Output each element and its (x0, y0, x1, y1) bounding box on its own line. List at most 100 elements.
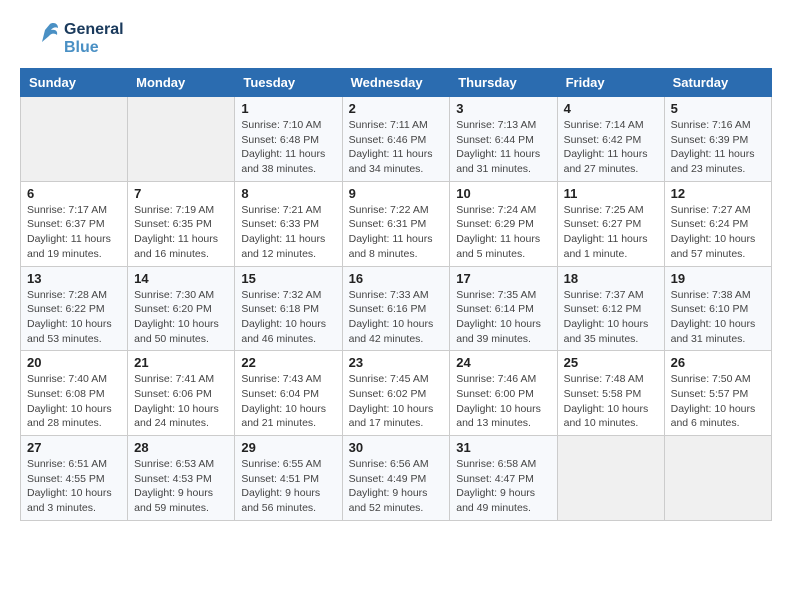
header-friday: Friday (557, 69, 664, 97)
day-info: Sunrise: 6:55 AM Sunset: 4:51 PM Dayligh… (241, 457, 335, 516)
calendar-cell: 29 Sunrise: 6:55 AM Sunset: 4:51 PM Dayli… (235, 436, 342, 521)
day-number: 1 (241, 101, 335, 116)
day-number: 10 (456, 186, 550, 201)
day-number: 7 (134, 186, 228, 201)
calendar-cell: 31 Sunrise: 6:58 AM Sunset: 4:47 PM Dayli… (450, 436, 557, 521)
day-info: Sunrise: 6:51 AM Sunset: 4:55 PM Dayligh… (27, 457, 121, 516)
logo-bird-svg (20, 20, 58, 58)
day-info: Sunrise: 7:25 AM Sunset: 6:27 PM Dayligh… (564, 203, 658, 262)
calendar-cell: 6Sunrise: 7:17 AM Sunset: 6:37 PM Daylig… (21, 181, 128, 266)
day-info: Sunrise: 7:50 AM Sunset: 5:57 PM Dayligh… (671, 372, 765, 431)
calendar-cell (128, 97, 235, 182)
calendar-cell: 20Sunrise: 7:40 AM Sunset: 6:08 PM Dayli… (21, 351, 128, 436)
calendar-cell: 7 Sunrise: 7:19 AM Sunset: 6:35 PM Daylig… (128, 181, 235, 266)
day-info: Sunrise: 7:22 AM Sunset: 6:31 PM Dayligh… (349, 203, 444, 262)
calendar-cell: 15 Sunrise: 7:32 AM Sunset: 6:18 PM Dayli… (235, 266, 342, 351)
day-number: 5 (671, 101, 765, 116)
day-info: Sunrise: 7:19 AM Sunset: 6:35 PM Dayligh… (134, 203, 228, 262)
day-info: Sunrise: 7:40 AM Sunset: 6:08 PM Dayligh… (27, 372, 121, 431)
calendar-cell: 5 Sunrise: 7:16 AM Sunset: 6:39 PM Daylig… (664, 97, 771, 182)
day-number: 19 (671, 271, 765, 286)
day-info: Sunrise: 7:16 AM Sunset: 6:39 PM Dayligh… (671, 118, 765, 177)
day-info: Sunrise: 7:30 AM Sunset: 6:20 PM Dayligh… (134, 288, 228, 347)
day-info: Sunrise: 6:56 AM Sunset: 4:49 PM Dayligh… (349, 457, 444, 516)
day-info: Sunrise: 7:32 AM Sunset: 6:18 PM Dayligh… (241, 288, 335, 347)
day-number: 3 (456, 101, 550, 116)
day-info: Sunrise: 7:27 AM Sunset: 6:24 PM Dayligh… (671, 203, 765, 262)
logo-general: General (64, 21, 124, 39)
day-info: Sunrise: 6:58 AM Sunset: 4:47 PM Dayligh… (456, 457, 550, 516)
calendar-cell: 28 Sunrise: 6:53 AM Sunset: 4:53 PM Dayli… (128, 436, 235, 521)
header-wednesday: Wednesday (342, 69, 450, 97)
calendar-cell: 18 Sunrise: 7:37 AM Sunset: 6:12 PM Dayli… (557, 266, 664, 351)
day-number: 8 (241, 186, 335, 201)
logo-blue: Blue (64, 39, 124, 57)
calendar-cell: 16 Sunrise: 7:33 AM Sunset: 6:16 PM Dayli… (342, 266, 450, 351)
calendar-cell: 10 Sunrise: 7:24 AM Sunset: 6:29 PM Dayli… (450, 181, 557, 266)
day-number: 18 (564, 271, 658, 286)
day-number: 9 (349, 186, 444, 201)
day-number: 25 (564, 355, 658, 370)
calendar-cell: 19 Sunrise: 7:38 AM Sunset: 6:10 PM Dayli… (664, 266, 771, 351)
calendar-cell: 2 Sunrise: 7:11 AM Sunset: 6:46 PM Daylig… (342, 97, 450, 182)
calendar-cell: 11 Sunrise: 7:25 AM Sunset: 6:27 PM Dayli… (557, 181, 664, 266)
day-number: 31 (456, 440, 550, 455)
day-number: 11 (564, 186, 658, 201)
logo: General Blue (20, 20, 124, 58)
header-tuesday: Tuesday (235, 69, 342, 97)
day-number: 15 (241, 271, 335, 286)
calendar-cell: 4 Sunrise: 7:14 AM Sunset: 6:42 PM Daylig… (557, 97, 664, 182)
day-number: 28 (134, 440, 228, 455)
calendar-table: SundayMondayTuesdayWednesdayThursdayFrid… (20, 68, 772, 521)
calendar-cell: 23 Sunrise: 7:45 AM Sunset: 6:02 PM Dayli… (342, 351, 450, 436)
day-info: Sunrise: 6:53 AM Sunset: 4:53 PM Dayligh… (134, 457, 228, 516)
calendar-cell: 24 Sunrise: 7:46 AM Sunset: 6:00 PM Dayli… (450, 351, 557, 436)
calendar-cell: 21 Sunrise: 7:41 AM Sunset: 6:06 PM Dayli… (128, 351, 235, 436)
day-number: 12 (671, 186, 765, 201)
calendar-cell (664, 436, 771, 521)
calendar-cell: 8 Sunrise: 7:21 AM Sunset: 6:33 PM Daylig… (235, 181, 342, 266)
day-number: 21 (134, 355, 228, 370)
day-info: Sunrise: 7:38 AM Sunset: 6:10 PM Dayligh… (671, 288, 765, 347)
day-number: 30 (349, 440, 444, 455)
calendar-cell: 27 Sunrise: 6:51 AM Sunset: 4:55 PM Dayli… (21, 436, 128, 521)
day-info: Sunrise: 7:28 AM Sunset: 6:22 PM Dayligh… (27, 288, 121, 347)
day-info: Sunrise: 7:45 AM Sunset: 6:02 PM Dayligh… (349, 372, 444, 431)
day-number: 13 (27, 271, 121, 286)
day-number: 29 (241, 440, 335, 455)
day-info: Sunrise: 7:13 AM Sunset: 6:44 PM Dayligh… (456, 118, 550, 177)
day-number: 24 (456, 355, 550, 370)
day-info: Sunrise: 7:37 AM Sunset: 6:12 PM Dayligh… (564, 288, 658, 347)
day-number: 2 (349, 101, 444, 116)
day-info: Sunrise: 7:21 AM Sunset: 6:33 PM Dayligh… (241, 203, 335, 262)
header-thursday: Thursday (450, 69, 557, 97)
calendar-cell: 30 Sunrise: 6:56 AM Sunset: 4:49 PM Dayli… (342, 436, 450, 521)
header-sunday: Sunday (21, 69, 128, 97)
day-number: 17 (456, 271, 550, 286)
calendar-cell: 12 Sunrise: 7:27 AM Sunset: 6:24 PM Dayli… (664, 181, 771, 266)
header-saturday: Saturday (664, 69, 771, 97)
calendar-cell: 26 Sunrise: 7:50 AM Sunset: 5:57 PM Dayli… (664, 351, 771, 436)
day-info: Sunrise: 7:41 AM Sunset: 6:06 PM Dayligh… (134, 372, 228, 431)
day-number: 6 (27, 186, 121, 201)
calendar-cell (21, 97, 128, 182)
day-number: 14 (134, 271, 228, 286)
day-number: 27 (27, 440, 121, 455)
calendar-cell: 3 Sunrise: 7:13 AM Sunset: 6:44 PM Daylig… (450, 97, 557, 182)
day-number: 26 (671, 355, 765, 370)
calendar-cell: 1Sunrise: 7:10 AM Sunset: 6:48 PM Daylig… (235, 97, 342, 182)
calendar-cell: 13 Sunrise: 7:28 AM Sunset: 6:22 PM Dayli… (21, 266, 128, 351)
calendar-cell: 9 Sunrise: 7:22 AM Sunset: 6:31 PM Daylig… (342, 181, 450, 266)
day-info: Sunrise: 7:35 AM Sunset: 6:14 PM Dayligh… (456, 288, 550, 347)
header-monday: Monday (128, 69, 235, 97)
day-info: Sunrise: 7:46 AM Sunset: 6:00 PM Dayligh… (456, 372, 550, 431)
day-number: 23 (349, 355, 444, 370)
day-number: 4 (564, 101, 658, 116)
day-number: 16 (349, 271, 444, 286)
day-info: Sunrise: 7:11 AM Sunset: 6:46 PM Dayligh… (349, 118, 444, 177)
day-info: Sunrise: 7:14 AM Sunset: 6:42 PM Dayligh… (564, 118, 658, 177)
calendar-cell: 25Sunrise: 7:48 AM Sunset: 5:58 PM Dayli… (557, 351, 664, 436)
calendar-cell: 22Sunrise: 7:43 AM Sunset: 6:04 PM Dayli… (235, 351, 342, 436)
day-info: Sunrise: 7:24 AM Sunset: 6:29 PM Dayligh… (456, 203, 550, 262)
day-info: Sunrise: 7:33 AM Sunset: 6:16 PM Dayligh… (349, 288, 444, 347)
